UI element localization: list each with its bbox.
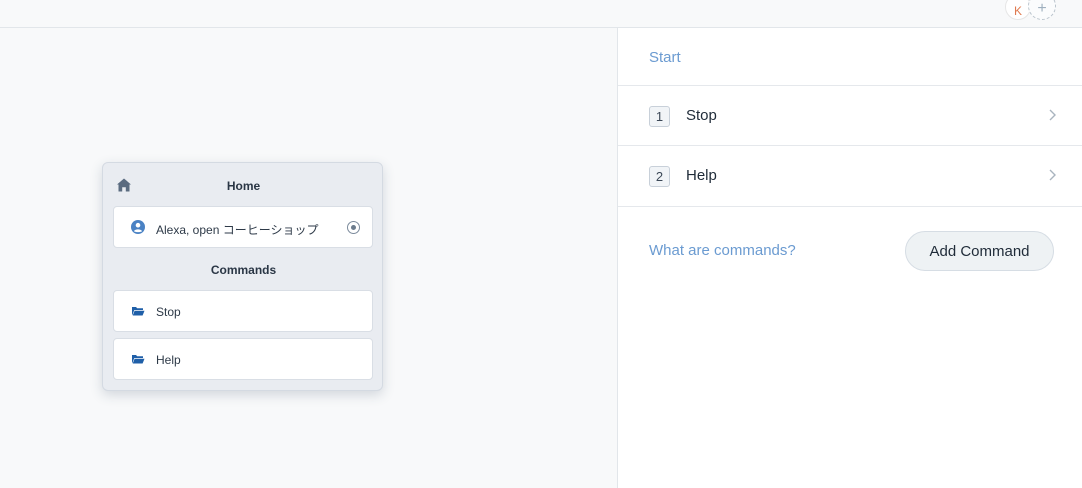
user-avatar[interactable]: K: [1005, 0, 1031, 20]
command-index-badge: 1: [649, 106, 670, 127]
chevron-right-icon: [1049, 109, 1056, 121]
commands-section-title: Commands: [210, 263, 277, 277]
start-step[interactable]: Alexa, open コーヒーショップ: [113, 206, 373, 248]
commands-panel: Start 1 Stop 2 Help What are commands? A…: [617, 28, 1082, 488]
command-row-label: Stop: [686, 107, 717, 124]
block-title: Home: [226, 179, 261, 193]
what-are-commands-link[interactable]: What are commands?: [649, 242, 796, 259]
start-step-label: Alexa, open コーヒーショップ: [156, 223, 319, 237]
radio-target-icon[interactable]: [347, 221, 360, 234]
command-step-label: Help: [156, 353, 181, 367]
divider: [618, 206, 1082, 207]
home-block[interactable]: Home Alexa, open コーヒーショップ Commands Stop: [102, 162, 383, 391]
command-step-stop[interactable]: Stop: [113, 290, 373, 332]
chevron-right-icon: [1049, 169, 1056, 181]
command-row-stop[interactable]: 1 Stop: [618, 85, 1082, 146]
flow-canvas[interactable]: Home Alexa, open コーヒーショップ Commands Stop: [0, 28, 617, 488]
command-row-help[interactable]: 2 Help: [618, 145, 1082, 206]
avatar-initial: K: [1013, 4, 1022, 18]
command-step-label: Stop: [156, 305, 181, 319]
folder-icon: [132, 355, 145, 364]
plus-icon: +: [1037, 0, 1047, 17]
add-command-button[interactable]: Add Command: [905, 231, 1054, 271]
start-link[interactable]: Start: [649, 49, 681, 66]
top-bar: K +: [0, 0, 1082, 28]
add-collaborator-button[interactable]: +: [1028, 0, 1056, 20]
user-icon: [131, 220, 145, 234]
command-index-badge: 2: [649, 166, 670, 187]
command-step-help[interactable]: Help: [113, 338, 373, 380]
folder-icon: [132, 307, 145, 316]
command-row-label: Help: [686, 167, 717, 184]
